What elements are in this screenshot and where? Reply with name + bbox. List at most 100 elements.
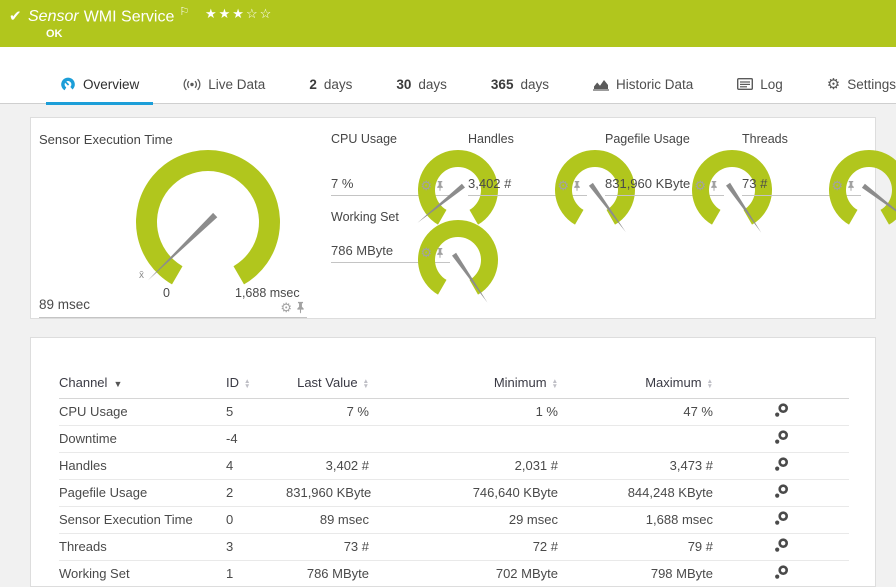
gauge-cell-handles: Handles 3,402 # ⚙ (468, 130, 635, 232)
channel-name-cell: Pagefile Usage (59, 479, 226, 507)
gauge-cell-working-set: Working Set 786 MByte ⚙ (331, 208, 498, 303)
table-row[interactable]: Pagefile Usage 2 831,960 KByte 746,640 K… (59, 479, 849, 507)
minimum-cell: 2,031 # (369, 452, 558, 480)
channel-table-panel: Channel ▼ ID ▲ ▼ Last Value ▲ ▼ Minimum ▲ ▼ Max… (30, 337, 876, 587)
gauge-max-label: 1,688 msec (235, 286, 300, 300)
gauge-settings-gear-icon[interactable]: ⚙ (420, 179, 432, 192)
table-row[interactable]: Downtime -4 (59, 425, 849, 453)
gauge-value: 89 msec (39, 297, 91, 312)
channel-name-cell: Threads (59, 533, 226, 561)
maximum-cell: 47 % (558, 398, 713, 426)
gauge-settings-gear-icon[interactable]: ⚙ (831, 179, 843, 192)
tab-30-days[interactable]: 30 days (374, 65, 469, 104)
channel-settings-icon[interactable] (774, 429, 789, 445)
channel-id-cell: 1 (226, 560, 286, 586)
log-list-icon (737, 77, 754, 91)
minimum-cell: 746,640 KByte (369, 479, 558, 507)
minimum-cell: 1 % (369, 398, 558, 426)
channel-name-cell: CPU Usage (59, 398, 226, 426)
channel-id-cell: -4 (226, 425, 286, 453)
maximum-cell: 798 MByte (558, 560, 713, 586)
ok-check-icon: ✔ (9, 8, 22, 25)
column-header-last-value[interactable]: Last Value ▲ ▼ (286, 368, 369, 399)
tab-historic-data[interactable]: Historic Data (571, 65, 715, 104)
table-row[interactable]: Sensor Execution Time 0 89 msec 29 msec … (59, 506, 849, 534)
tab-log[interactable]: Log (715, 65, 805, 104)
gauge-settings-gear-icon[interactable]: ⚙ (420, 246, 432, 259)
column-header-maximum[interactable]: Maximum ▲ ▼ (558, 368, 713, 399)
channel-settings-icon[interactable] (774, 402, 789, 418)
tab-2-days[interactable]: 2 days (287, 65, 374, 104)
tab-overview[interactable]: Overview (38, 65, 161, 105)
object-type-label: Sensor (28, 8, 79, 26)
minimum-cell: 702 MByte (369, 560, 558, 586)
pin-icon[interactable] (436, 180, 444, 192)
last-value-cell: 89 msec (286, 506, 369, 534)
tab-settings[interactable]: ⚙ Settings (805, 65, 896, 104)
table-row[interactable]: Working Set 1 786 MByte 702 MByte 798 MB… (59, 560, 849, 586)
column-header-minimum[interactable]: Minimum ▲ ▼ (369, 368, 558, 399)
channel-id-cell: 3 (226, 533, 286, 561)
sensor-name: WMI Service (83, 8, 175, 26)
priority-flag-icon[interactable]: ⚐ (179, 6, 189, 18)
pin-icon[interactable] (436, 247, 444, 259)
maximum-cell: 844,248 KByte (558, 479, 713, 507)
gauge-settings-gear-icon[interactable]: ⚙ (280, 301, 292, 314)
gauge-value: 3,402 # (468, 176, 512, 191)
gauge-cell-pagefile-usage: Pagefile Usage 831,960 KByte ⚙ (605, 130, 772, 233)
channel-id-cell: 2 (226, 479, 286, 507)
table-row[interactable]: Threads 3 73 # 72 # 79 # (59, 533, 849, 561)
small-gauges-grid: CPU Usage 7 % ⚙ Handles 3,402 # ⚙ Pagefi… (331, 122, 896, 318)
maximum-cell: 1,688 msec (558, 506, 713, 534)
minimum-cell: 72 # (369, 533, 558, 561)
maximum-cell (558, 425, 713, 453)
channel-id-cell: 5 (226, 398, 286, 426)
last-value-cell: 3,402 # (286, 452, 369, 480)
channel-id-cell: 4 (226, 452, 286, 480)
channel-settings-icon[interactable] (774, 564, 789, 580)
pin-icon[interactable] (710, 180, 718, 192)
tab-live-data[interactable]: Live Data (161, 65, 287, 104)
channel-id-cell: 0 (226, 506, 286, 534)
column-header-actions (713, 368, 849, 399)
main-gauge: x̄ (113, 144, 303, 296)
gauge-icon (61, 77, 75, 92)
channel-settings-icon[interactable] (774, 456, 789, 472)
maximum-cell: 79 # (558, 533, 713, 561)
live-data-icon (183, 78, 201, 90)
priority-stars[interactable]: ★★★☆☆ (205, 6, 273, 22)
column-header-channel[interactable]: Channel ▼ (59, 368, 226, 399)
pin-icon[interactable] (847, 180, 855, 192)
channel-name-cell: Handles (59, 452, 226, 480)
minimum-cell: 29 msec (369, 506, 558, 534)
status-badge: OK (46, 28, 63, 40)
table-row[interactable]: Handles 4 3,402 # 2,031 # 3,473 # (59, 452, 849, 480)
channel-name-cell: Working Set (59, 560, 226, 586)
page-title: Sensor WMI Service ⚐ (28, 5, 189, 26)
table-row[interactable]: CPU Usage 5 7 % 1 % 47 % (59, 398, 849, 426)
last-value-cell (286, 425, 369, 453)
channel-settings-icon[interactable] (774, 510, 789, 526)
gauge-value: 73 # (742, 176, 768, 191)
sort-icon: ▲ ▼ (706, 377, 713, 390)
gauge-settings-gear-icon[interactable]: ⚙ (694, 179, 706, 192)
gauge-value: 786 MByte (331, 243, 394, 258)
content-area: Sensor Execution Time x̄ 0 1,688 msec 89… (0, 104, 896, 587)
sort-icon: ▲ ▼ (362, 377, 369, 390)
pin-icon[interactable] (296, 301, 305, 314)
channel-settings-icon[interactable] (774, 483, 789, 499)
area-chart-icon (592, 80, 609, 91)
column-header-id[interactable]: ID ▲ ▼ (226, 368, 286, 399)
channel-table: Channel ▼ ID ▲ ▼ Last Value ▲ ▼ Minimum ▲ ▼ Max… (59, 368, 849, 586)
gauge-value: 7 % (331, 176, 354, 191)
pin-icon[interactable] (573, 180, 581, 192)
tab-365-days[interactable]: 365 days (469, 65, 571, 104)
gauges-panel: Sensor Execution Time x̄ 0 1,688 msec 89… (30, 117, 896, 319)
channel-name-cell: Downtime (59, 425, 226, 453)
channel-name-cell: Sensor Execution Time (59, 506, 226, 534)
last-value-cell: 831,960 KByte (286, 479, 371, 507)
channel-settings-icon[interactable] (774, 537, 789, 553)
sort-desc-icon: ▼ (113, 379, 123, 390)
maximum-cell: 3,473 # (558, 452, 713, 480)
gauge-settings-gear-icon[interactable]: ⚙ (557, 179, 569, 192)
